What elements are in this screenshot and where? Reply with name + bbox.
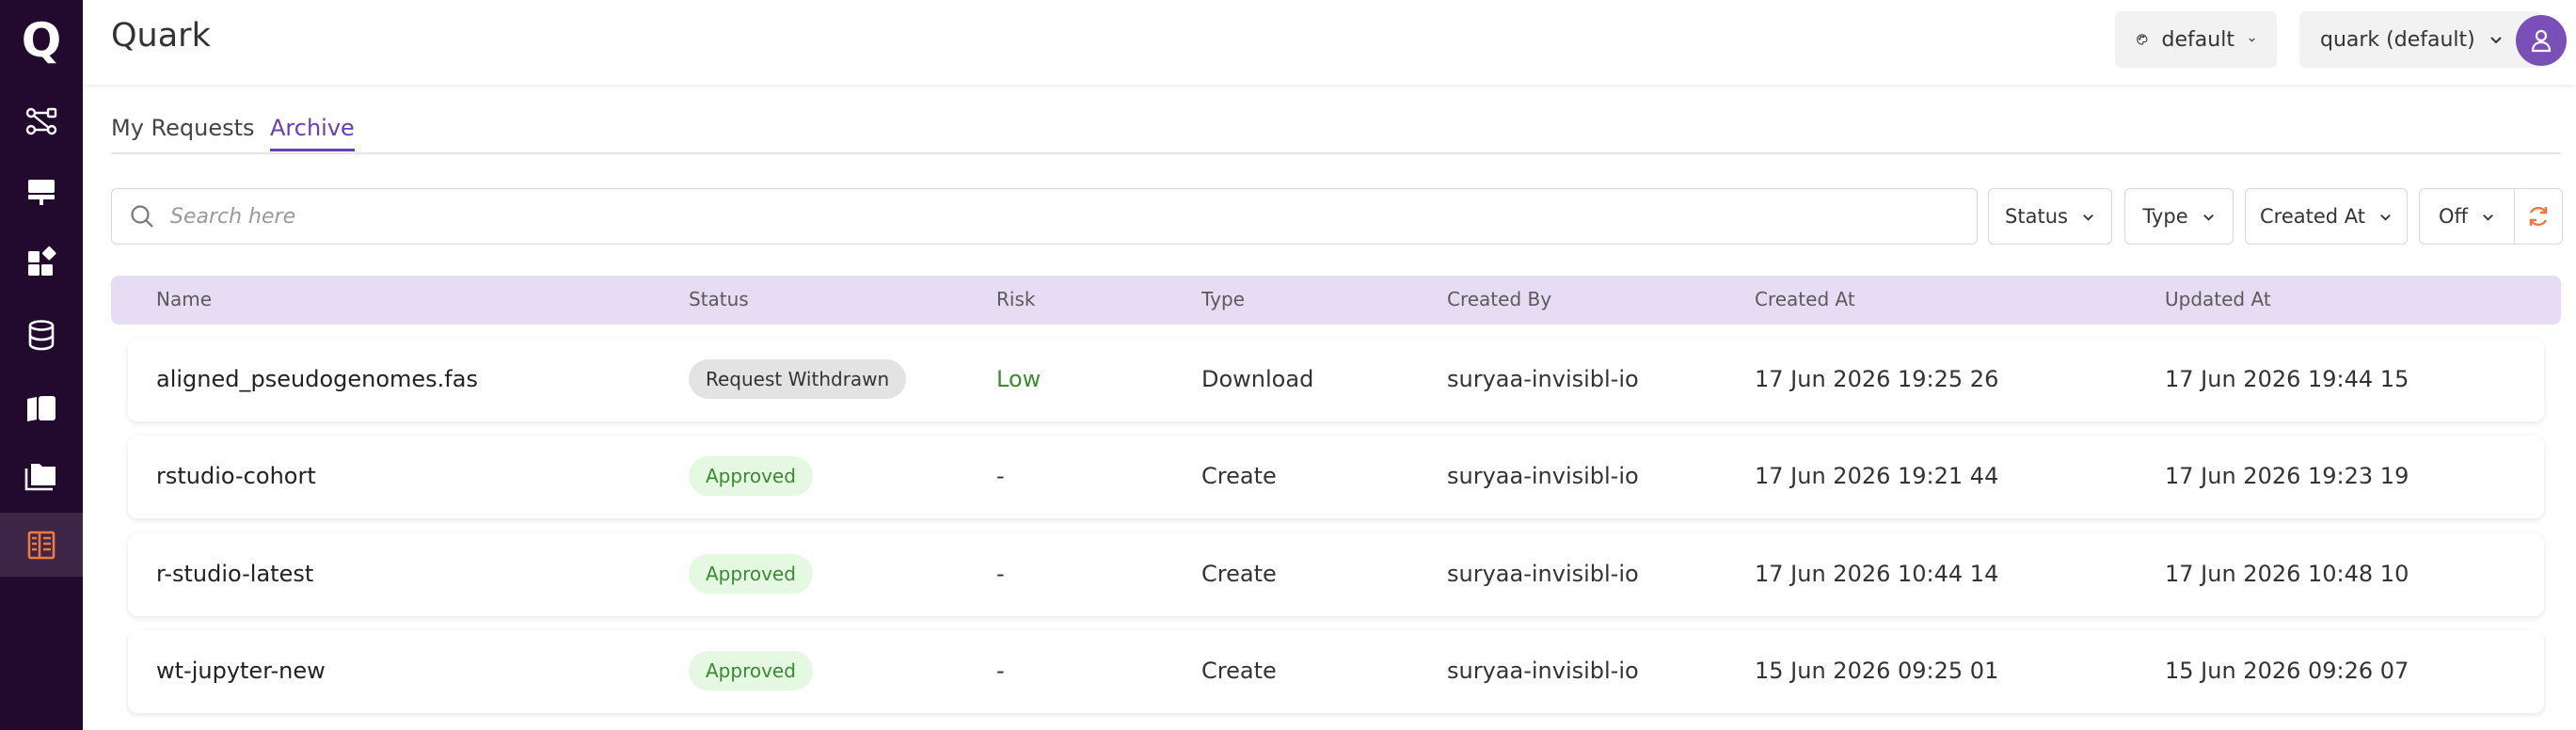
row-type: Download bbox=[1201, 366, 1314, 392]
status-badge: Approved bbox=[689, 456, 813, 496]
row-type: Create bbox=[1201, 561, 1277, 587]
sidebar-item-workflow[interactable] bbox=[0, 89, 83, 153]
database-icon bbox=[28, 320, 55, 351]
row-created-at: 17 Jun 2026 19:25 26 bbox=[1755, 366, 1999, 392]
column-header-created-by[interactable]: Created By bbox=[1447, 288, 1551, 310]
search-icon bbox=[131, 205, 153, 228]
server-icon bbox=[28, 180, 55, 205]
auto-refresh-label: Off bbox=[2439, 205, 2468, 228]
request-tabs: My Requests Archive bbox=[111, 111, 2561, 154]
svg-text:Q: Q bbox=[22, 13, 62, 66]
sidebar-item-compute[interactable] bbox=[0, 159, 83, 223]
theme-label: default bbox=[2161, 27, 2234, 52]
apps-icon bbox=[28, 246, 56, 276]
created-at-filter-label: Created At bbox=[2259, 205, 2365, 228]
search-input[interactable] bbox=[170, 204, 1864, 229]
column-header-risk[interactable]: Risk bbox=[996, 288, 1035, 310]
row-created-by: suryaa-invisibl-io bbox=[1447, 658, 1639, 684]
row-type: Create bbox=[1201, 658, 1277, 684]
row-updated-at: 15 Jun 2026 09:26 07 bbox=[2165, 658, 2409, 684]
search-box[interactable] bbox=[111, 188, 1978, 245]
column-header-created-at[interactable]: Created At bbox=[1755, 288, 1855, 310]
status-filter-label: Status bbox=[2005, 205, 2068, 228]
sidebar-item-notebooks[interactable] bbox=[0, 376, 83, 440]
requests-book-icon bbox=[27, 531, 56, 560]
column-header-type[interactable]: Type bbox=[1201, 288, 1245, 310]
table-row[interactable]: aligned_pseudogenomes.fas Request Withdr… bbox=[128, 339, 2544, 421]
top-header: Quark default quark (default) bbox=[83, 0, 2576, 85]
column-header-updated-at[interactable]: Updated At bbox=[2165, 288, 2271, 310]
tab-my-requests[interactable]: My Requests bbox=[111, 115, 255, 149]
status-filter-dropdown[interactable]: Status bbox=[1988, 188, 2112, 245]
row-risk: Low bbox=[996, 366, 1042, 392]
notebook-icon bbox=[27, 396, 56, 421]
row-type: Create bbox=[1201, 463, 1277, 489]
table-header: Name Status Risk Type Created By Created… bbox=[111, 276, 2561, 325]
theme-selector[interactable]: default bbox=[2115, 11, 2277, 68]
row-name: r-studio-latest bbox=[156, 561, 314, 587]
column-header-name[interactable]: Name bbox=[156, 288, 212, 310]
workspace-selector[interactable]: quark (default) bbox=[2299, 11, 2542, 68]
chevron-down-icon bbox=[2202, 214, 2214, 221]
row-created-at: 17 Jun 2026 19:21 44 bbox=[1755, 463, 1999, 489]
row-updated-at: 17 Jun 2026 19:44 15 bbox=[2165, 366, 2409, 392]
row-created-at: 15 Jun 2026 09:25 01 bbox=[1755, 658, 1999, 684]
user-icon bbox=[2531, 29, 2552, 53]
row-name: wt-jupyter-new bbox=[156, 658, 326, 684]
sidebar: Q bbox=[0, 0, 83, 730]
table-row[interactable]: rstudio-cohort Approved - Create suryaa-… bbox=[128, 436, 2544, 518]
quark-logo-icon[interactable]: Q bbox=[15, 13, 68, 66]
refresh-icon bbox=[2529, 206, 2548, 227]
created-at-filter-dropdown[interactable]: Created At bbox=[2245, 188, 2408, 245]
row-created-by: suryaa-invisibl-io bbox=[1447, 561, 1639, 587]
auto-refresh-dropdown[interactable]: Off bbox=[2419, 188, 2515, 245]
user-avatar[interactable] bbox=[2516, 15, 2567, 66]
chevron-down-icon bbox=[2380, 214, 2391, 221]
sidebar-item-apps[interactable] bbox=[0, 230, 83, 294]
workspace-label: quark (default) bbox=[2320, 27, 2475, 52]
tab-archive[interactable]: Archive bbox=[270, 115, 355, 151]
row-risk: - bbox=[996, 463, 1005, 489]
row-created-by: suryaa-invisibl-io bbox=[1447, 366, 1639, 392]
type-filter-dropdown[interactable]: Type bbox=[2124, 188, 2234, 245]
row-risk: - bbox=[996, 561, 1005, 587]
row-updated-at: 17 Jun 2026 19:23 19 bbox=[2165, 463, 2409, 489]
chevron-down-icon bbox=[2249, 38, 2255, 42]
refresh-button[interactable] bbox=[2514, 188, 2563, 245]
type-filter-label: Type bbox=[2142, 205, 2188, 228]
palette-icon bbox=[2137, 34, 2148, 45]
chevron-down-icon bbox=[2483, 214, 2493, 221]
workflow-icon bbox=[25, 107, 57, 135]
chevron-down-icon bbox=[2083, 214, 2093, 221]
sidebar-item-files[interactable] bbox=[0, 444, 83, 508]
row-name: rstudio-cohort bbox=[156, 463, 316, 489]
sidebar-item-requests[interactable] bbox=[0, 513, 83, 577]
app-title: Quark bbox=[111, 17, 211, 55]
chevron-down-icon bbox=[2490, 37, 2502, 44]
row-name: aligned_pseudogenomes.fas bbox=[156, 366, 478, 392]
table-row[interactable]: wt-jupyter-new Approved - Create suryaa-… bbox=[128, 630, 2544, 713]
column-header-status[interactable]: Status bbox=[689, 288, 749, 310]
row-updated-at: 17 Jun 2026 10:48 10 bbox=[2165, 561, 2409, 587]
table-row[interactable]: r-studio-latest Approved - Create suryaa… bbox=[128, 533, 2544, 616]
row-created-by: suryaa-invisibl-io bbox=[1447, 463, 1639, 489]
status-badge: Request Withdrawn bbox=[689, 359, 907, 399]
status-badge: Approved bbox=[689, 554, 813, 594]
row-risk: - bbox=[996, 658, 1005, 684]
folder-icon bbox=[24, 464, 56, 491]
row-created-at: 17 Jun 2026 10:44 14 bbox=[1755, 561, 1999, 587]
sidebar-item-database[interactable] bbox=[0, 303, 83, 367]
status-badge: Approved bbox=[689, 651, 813, 690]
